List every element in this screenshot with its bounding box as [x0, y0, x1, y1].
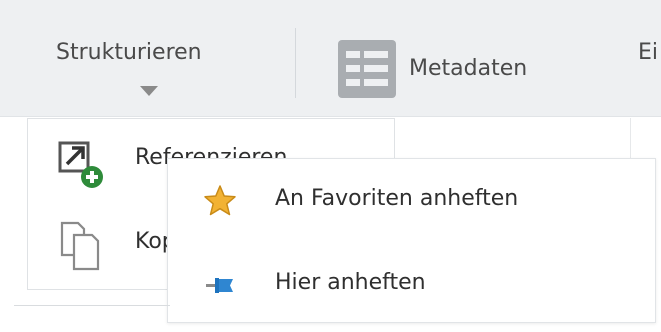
menu-item-label: An Favoriten anheften [275, 186, 519, 211]
table-icon [338, 40, 396, 98]
menu-item-favoriten[interactable]: An Favoriten anheften [168, 171, 655, 231]
tab-metadaten-label: Metadaten [409, 56, 528, 81]
ribbon-separator [295, 28, 296, 98]
star-icon [204, 185, 236, 216]
tab-cut-off-label[interactable]: Ei [638, 40, 658, 65]
tab-strukturieren-label: Strukturieren [56, 40, 202, 65]
menu-item-label: Hier anheften [275, 270, 426, 295]
tab-strukturieren[interactable]: Strukturieren [40, 30, 260, 110]
pin-icon [206, 278, 233, 293]
divider [630, 118, 631, 158]
reference-add-icon [58, 141, 103, 188]
copy-icon [60, 221, 100, 271]
menu-item-hier-anheften[interactable]: Hier anheften [168, 255, 655, 315]
chevron-down-icon[interactable] [140, 86, 158, 96]
tab-metadaten[interactable]: Metadaten [338, 40, 578, 100]
pin-submenu: An Favoriten anheften Hier anheften [167, 158, 656, 323]
ribbon-toolbar: Strukturieren Metadaten Ei [0, 0, 661, 117]
divider [14, 305, 170, 306]
